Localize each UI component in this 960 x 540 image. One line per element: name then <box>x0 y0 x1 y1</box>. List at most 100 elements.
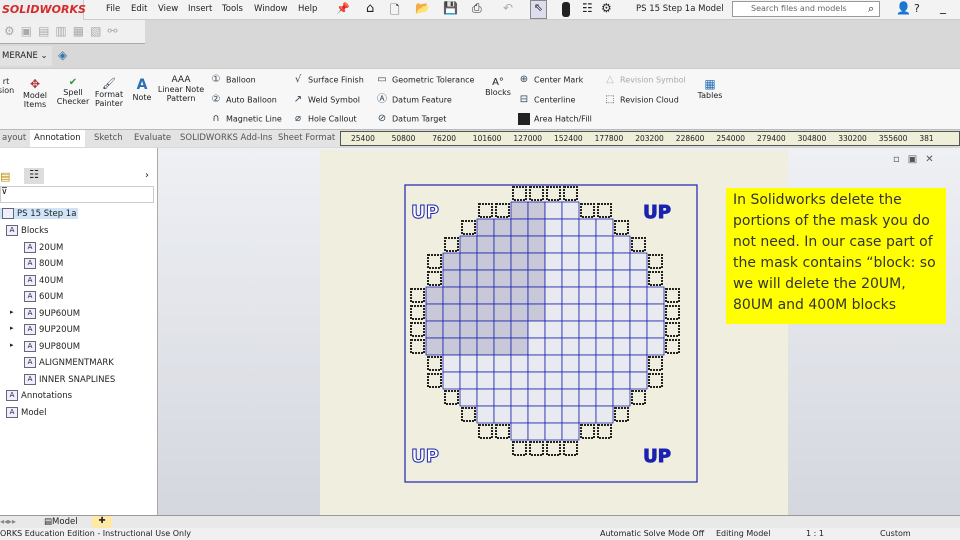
balloon-icon: ① <box>211 74 221 85</box>
tree-item[interactable]: ▸ A 9UP60UM <box>10 307 80 319</box>
layer-combo[interactable]: MERANE ⌄ <box>0 46 52 66</box>
die-cell <box>510 371 529 390</box>
tree-item[interactable]: ▸ A 9UP20UM <box>10 324 80 335</box>
label: 40UM <box>39 275 64 286</box>
help-icon[interactable]: ? <box>914 2 920 15</box>
menu-window[interactable]: Window <box>254 4 288 14</box>
options-icon[interactable]: ⚙ <box>601 1 612 15</box>
datum-target-button[interactable]: ⊘ Datum Target <box>376 113 447 125</box>
expand-chevron-icon[interactable]: › <box>145 170 149 181</box>
die-cell <box>612 388 631 407</box>
tab-sketch[interactable]: Sketch <box>92 130 125 147</box>
solidworks-logo[interactable]: SOLIDWORKS <box>0 0 86 20</box>
tree-item[interactable]: A 60UM <box>24 291 63 302</box>
note-button[interactable]: A Note <box>130 77 154 102</box>
die-cell <box>493 235 512 254</box>
tab-annotation[interactable]: Annotation <box>30 130 85 147</box>
blocks-button[interactable]: A° Blocks <box>484 77 512 97</box>
menu-help[interactable]: Help <box>298 4 317 14</box>
user-icon[interactable]: 👤 <box>896 1 911 15</box>
linear-note-pattern-button[interactable]: AAA Linear Note Pattern <box>156 75 206 103</box>
menu-tools[interactable]: Tools <box>222 4 243 14</box>
menu-edit[interactable]: Edit <box>131 4 147 14</box>
label: PS 15 Step 1a <box>17 209 77 219</box>
die-cell <box>459 286 478 305</box>
die-mark <box>427 356 442 371</box>
feature-manager-tab-icon[interactable]: ▤ <box>0 170 10 183</box>
surface-finish-button[interactable]: √ Surface Finish <box>292 74 364 86</box>
centerline-button[interactable]: ⊟ Centerline <box>518 94 576 106</box>
format-painter-button[interactable]: 🖌 Format Painter <box>92 77 126 108</box>
revision-cloud-button[interactable]: ⬚ Revision Cloud <box>604 94 679 106</box>
sketch-tools-icons[interactable]: ⚙▣▤▥▦▧⚯ <box>4 24 124 38</box>
die-cell <box>476 269 495 288</box>
filter-field[interactable]: ⊽ <box>0 186 154 203</box>
minimize-icon[interactable]: _ <box>940 0 946 14</box>
units-text[interactable]: Custom <box>880 528 911 540</box>
open-icon[interactable]: 📂 <box>415 1 430 15</box>
tree-item[interactable]: A Model <box>6 406 47 418</box>
layer-properties-icon[interactable]: ◈ <box>58 48 67 62</box>
tree-item[interactable]: ▸ A 9UP80UM <box>10 340 80 352</box>
tab-evaluate[interactable]: Evaluate <box>132 130 173 147</box>
undo-icon[interactable]: ↶ <box>503 1 513 15</box>
area-hatch-button[interactable]: Area Hatch/Fill <box>518 113 592 125</box>
balloon-button[interactable]: ① Balloon <box>210 74 256 86</box>
add-sheet-icon[interactable]: ✚ <box>92 516 112 528</box>
expand-arrow-icon[interactable]: ▸ <box>10 324 14 332</box>
center-mark-button[interactable]: ⊕ Center Mark <box>518 74 583 86</box>
home-icon[interactable]: ⌂ <box>366 1 374 16</box>
new-document-icon[interactable]: 🗋 <box>390 1 400 22</box>
tree-item[interactable]: A INNER SNAPLINES <box>24 373 116 385</box>
tables-button[interactable]: ▦ Tables <box>696 77 724 100</box>
select-icon[interactable]: ⇖ <box>530 0 547 19</box>
die-cell <box>476 320 495 339</box>
window-controls-icon[interactable]: ▫▣✕ <box>893 154 942 165</box>
geometric-tolerance-button[interactable]: ▭ Geometric Tolerance <box>376 74 474 86</box>
weld-symbol-button[interactable]: ↗ Weld Symbol <box>292 94 360 106</box>
drawing-sheet[interactable]: UP UP UP UP <box>320 150 788 515</box>
search-icon[interactable]: ⌕ <box>868 2 874 16</box>
search-input[interactable]: Search files and models <box>732 1 880 17</box>
die-mark <box>427 254 442 269</box>
die-cell <box>629 371 648 390</box>
tree-root[interactable]: PS 15 Step 1a <box>0 208 79 219</box>
tree-item[interactable]: A Annotations <box>6 390 72 401</box>
tree-item[interactable]: A 80UM <box>24 258 63 269</box>
tab-layout[interactable]: ayout <box>0 130 28 147</box>
tree-item[interactable]: A 40UM <box>24 274 64 286</box>
die-cell <box>510 252 529 271</box>
tree-item[interactable]: A Blocks <box>6 225 48 236</box>
model-items-button[interactable]: ✥ Model Items <box>20 77 50 109</box>
revision-symbol-button[interactable]: △ Revision Symbol <box>604 74 686 86</box>
die-cell <box>493 303 512 322</box>
scale-text[interactable]: 1 : 1 <box>806 528 824 540</box>
expand-arrow-icon[interactable]: ▸ <box>10 341 14 349</box>
menu-insert[interactable]: Insert <box>188 4 212 14</box>
print-icon[interactable]: ⎙ <box>472 1 482 16</box>
property-manager-tab-icon[interactable]: ☷ <box>24 168 44 184</box>
datum-feature-button[interactable]: Ⓐ Datum Feature <box>376 94 452 106</box>
tab-model[interactable]: ▤Model <box>44 517 78 527</box>
rebuild-icon[interactable] <box>562 2 570 17</box>
ribbon-btn-0[interactable]: rt sion <box>0 77 16 95</box>
save-icon[interactable]: 💾 <box>443 1 458 15</box>
menu-file[interactable]: File <box>106 4 120 14</box>
die-cell <box>595 371 614 390</box>
tab-addins[interactable]: SOLIDWORKS Add-Ins <box>178 130 274 147</box>
menu-view[interactable]: View <box>158 4 178 14</box>
pin-icon[interactable]: 📌 <box>336 2 350 15</box>
tree-item[interactable]: A 20UM <box>24 241 63 253</box>
magnetic-line-button[interactable]: ∩ Magnetic Line <box>210 113 282 125</box>
hole-callout-button[interactable]: ⌀ Hole Callout <box>292 113 357 125</box>
spell-checker-button[interactable]: ✔ Spell Checker <box>56 77 90 106</box>
tab-sheet-format[interactable]: Sheet Format <box>276 130 337 147</box>
sheet-nav-arrows[interactable]: ◂◂▸▸ <box>0 517 16 526</box>
label: INNER SNAPLINES <box>39 374 116 385</box>
die-cell <box>527 320 546 339</box>
expand-arrow-icon[interactable]: ▸ <box>10 308 14 316</box>
file-properties-icon[interactable]: ☷ <box>582 1 593 15</box>
die-cell <box>612 235 631 254</box>
tree-item[interactable]: A ALIGNMENTMARK <box>24 357 114 368</box>
auto-balloon-button[interactable]: ② Auto Balloon <box>210 94 277 106</box>
